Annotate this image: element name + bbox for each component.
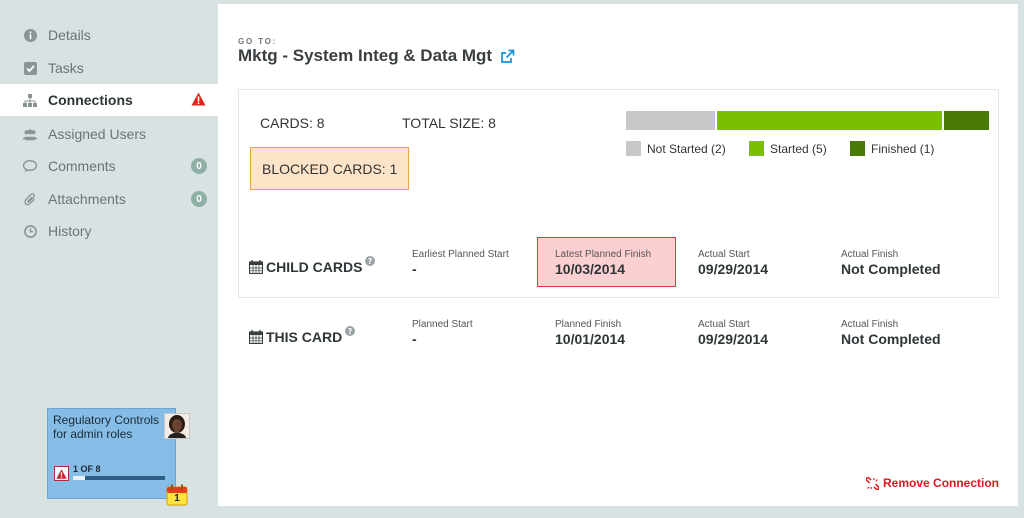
goto-label: GO TO: <box>238 37 278 46</box>
sidebar-item-comments[interactable]: Comments 0 <box>0 150 218 182</box>
svg-text:?: ? <box>368 257 373 266</box>
child-cards-heading: CHILD CARDS ? <box>249 256 376 275</box>
svg-text:?: ? <box>348 327 353 336</box>
external-link-icon[interactable] <box>500 49 515 64</box>
sidebar-item-assigned-users[interactable]: Assigned Users <box>0 118 218 150</box>
hierarchy-icon <box>23 93 37 107</box>
clock-icon <box>23 224 37 238</box>
calendar-icon <box>249 260 263 274</box>
legend-finished: Finished (1) <box>850 141 934 156</box>
help-icon[interactable]: ? <box>345 326 356 336</box>
sidebar-item-connections[interactable]: Connections <box>0 84 218 116</box>
latest-planned-finish: Latest Planned Finish 10/03/2014 <box>555 249 651 277</box>
sidebar-item-label: Connections <box>48 92 133 108</box>
column-label: Actual Start <box>698 249 750 260</box>
checkbox-icon <box>23 61 37 75</box>
warning-icon <box>191 92 206 109</box>
board-link[interactable]: Mktg - System Integ & Data Mgt <box>238 46 515 66</box>
paperclip-icon <box>23 192 37 206</box>
column-label: Actual Finish <box>841 249 899 260</box>
sidebar-item-label: Details <box>48 27 91 43</box>
column-value: 10/03/2014 <box>555 261 626 277</box>
planned-finish: Planned Finish 10/01/2014 <box>555 319 625 347</box>
unlink-icon <box>866 476 879 490</box>
sidebar-item-history[interactable]: History <box>0 215 218 247</box>
this-card-label: THIS CARD <box>266 329 343 345</box>
sidebar: Details Tasks Connections Assigned Users… <box>0 0 218 518</box>
legend-started: Started (5) <box>749 141 827 156</box>
column-label: Latest Planned Finish <box>555 249 652 260</box>
blocked-cards-badge[interactable]: BLOCKED CARDS: 1 <box>250 147 409 190</box>
planned-start: Planned Start - <box>412 319 473 347</box>
column-value: - <box>412 331 417 347</box>
bar-segment-finished <box>943 111 989 130</box>
sidebar-item-label: Attachments <box>48 191 126 207</box>
legend-label: Not Started (2) <box>647 141 726 156</box>
card-progress-text: 1 OF 8 <box>73 464 101 474</box>
comments-count-badge: 0 <box>191 158 207 174</box>
column-label: Planned Start <box>412 319 473 330</box>
status-distribution-bar <box>626 111 989 130</box>
legend-label: Finished (1) <box>871 141 935 156</box>
connected-card-thumbnail[interactable]: Regulatory Controls for admin roles 1 OF… <box>47 408 190 506</box>
calendar-number: 1 <box>174 493 180 504</box>
remove-connection-label: Remove Connection <box>883 476 1000 490</box>
column-label: Actual Finish <box>841 319 899 330</box>
board-title: Mktg - System Integ & Data Mgt <box>238 46 493 65</box>
help-icon[interactable]: ? <box>365 256 376 266</box>
comments-icon <box>23 159 37 173</box>
column-label: Earliest Planned Start <box>412 249 509 260</box>
child-cards-label: CHILD CARDS <box>266 259 363 275</box>
child-actual-finish: Actual Finish Not Completed <box>841 249 941 277</box>
remove-connection-button[interactable]: Remove Connection <box>866 476 999 490</box>
bar-segment-not-started <box>626 111 717 130</box>
legend-swatch <box>850 141 865 156</box>
column-value: 09/29/2014 <box>698 261 769 277</box>
earliest-planned-start: Earliest Planned Start - <box>412 249 509 277</box>
column-label: Actual Start <box>698 319 750 330</box>
users-icon <box>23 127 37 141</box>
this-actual-start: Actual Start 09/29/2014 <box>698 319 768 347</box>
this-actual-finish: Actual Finish Not Completed <box>841 319 941 347</box>
column-value: - <box>412 261 417 277</box>
legend-swatch <box>626 141 641 156</box>
total-size: TOTAL SIZE: 8 <box>402 115 496 131</box>
sidebar-item-label: History <box>48 223 92 239</box>
connections-panel: GO TO: Mktg - System Integ & Data Mgt CA… <box>218 4 1018 506</box>
sidebar-item-label: Comments <box>48 158 116 174</box>
column-value: Not Completed <box>841 261 941 277</box>
sidebar-item-attachments[interactable]: Attachments 0 <box>0 183 218 215</box>
legend-swatch <box>749 141 764 156</box>
sidebar-item-details[interactable]: Details <box>0 19 218 51</box>
calendar-icon: 1 <box>166 484 188 506</box>
column-value: 09/29/2014 <box>698 331 769 347</box>
this-card-heading: THIS CARD ? <box>249 326 356 345</box>
sidebar-item-label: Tasks <box>48 60 84 76</box>
bar-segment-started <box>716 111 944 130</box>
sidebar-item-label: Assigned Users <box>48 126 147 142</box>
legend-label: Started (5) <box>770 141 827 156</box>
sidebar-item-tasks[interactable]: Tasks <box>0 52 218 84</box>
card-progress-bar <box>73 476 165 480</box>
child-actual-start: Actual Start 09/29/2014 <box>698 249 768 277</box>
card-progress-fill <box>73 476 85 480</box>
card-title: Regulatory Controls for admin roles <box>53 413 160 441</box>
column-value: 10/01/2014 <box>555 331 626 347</box>
attachments-count-badge: 0 <box>191 191 207 207</box>
column-value: Not Completed <box>841 331 941 347</box>
column-label: Planned Finish <box>555 319 622 330</box>
avatar <box>164 413 190 439</box>
info-icon <box>23 28 37 42</box>
blocked-warning-icon <box>54 466 69 481</box>
calendar-icon <box>249 330 263 344</box>
legend-not-started: Not Started (2) <box>626 141 726 156</box>
cards-count: CARDS: 8 <box>260 115 325 131</box>
